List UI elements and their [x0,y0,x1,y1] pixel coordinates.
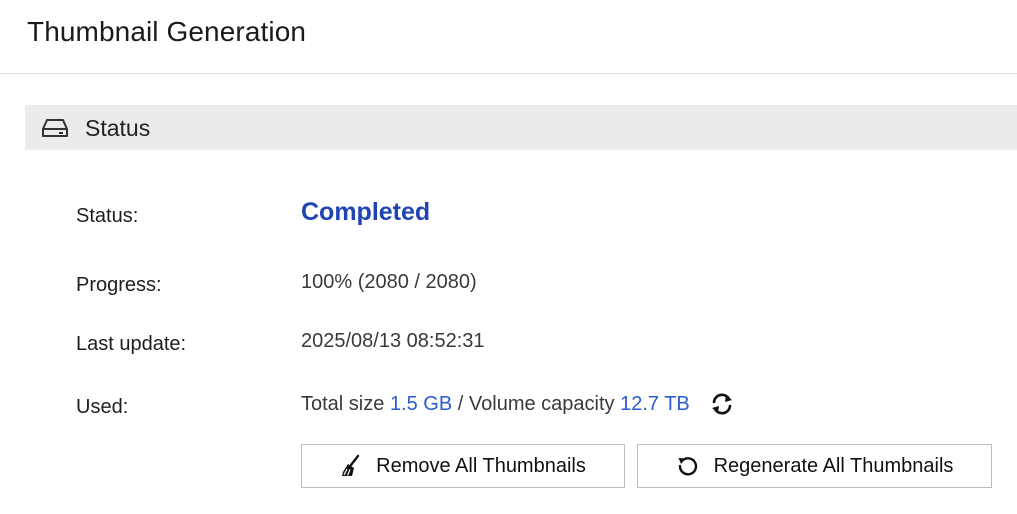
status-label: Status: [76,205,139,227]
refresh-icon[interactable] [709,391,735,417]
used-value: Total size 1.5 GB / Volume capacity 12.7… [301,391,735,417]
remove-all-thumbnails-button[interactable]: Remove All Thumbnails [301,444,625,488]
regenerate-all-thumbnails-button[interactable]: Regenerate All Thumbnails [637,444,992,488]
hard-drive-icon [41,117,69,139]
used-separator: / [457,393,464,415]
volume-capacity-label: Volume capacity [468,393,615,415]
last-update-value: 2025/08/13 08:52:31 [301,330,485,352]
broom-icon [342,454,360,476]
regenerate-icon [678,457,697,476]
used-label: Used: [76,396,129,418]
section-title: Status [85,115,151,141]
total-size-value: 1.5 GB [389,393,453,415]
status-section-header: Status [25,105,1017,150]
remove-all-thumbnails-label: Remove All Thumbnails [376,454,586,477]
volume-capacity-value: 12.7 TB [620,393,690,415]
total-size-label: Total size [301,393,385,415]
last-update-label: Last update: [76,333,187,355]
thumbnail-generation-page: Thumbnail Generation Status Status: Comp… [0,0,1017,514]
regenerate-all-thumbnails-label: Regenerate All Thumbnails [713,454,954,477]
page-title: Thumbnail Generation [27,16,307,47]
progress-label: Progress: [76,274,162,296]
page-header: Thumbnail Generation [0,0,1017,74]
progress-value: 100% (2080 / 2080) [301,271,477,293]
status-value: Completed [301,198,431,226]
